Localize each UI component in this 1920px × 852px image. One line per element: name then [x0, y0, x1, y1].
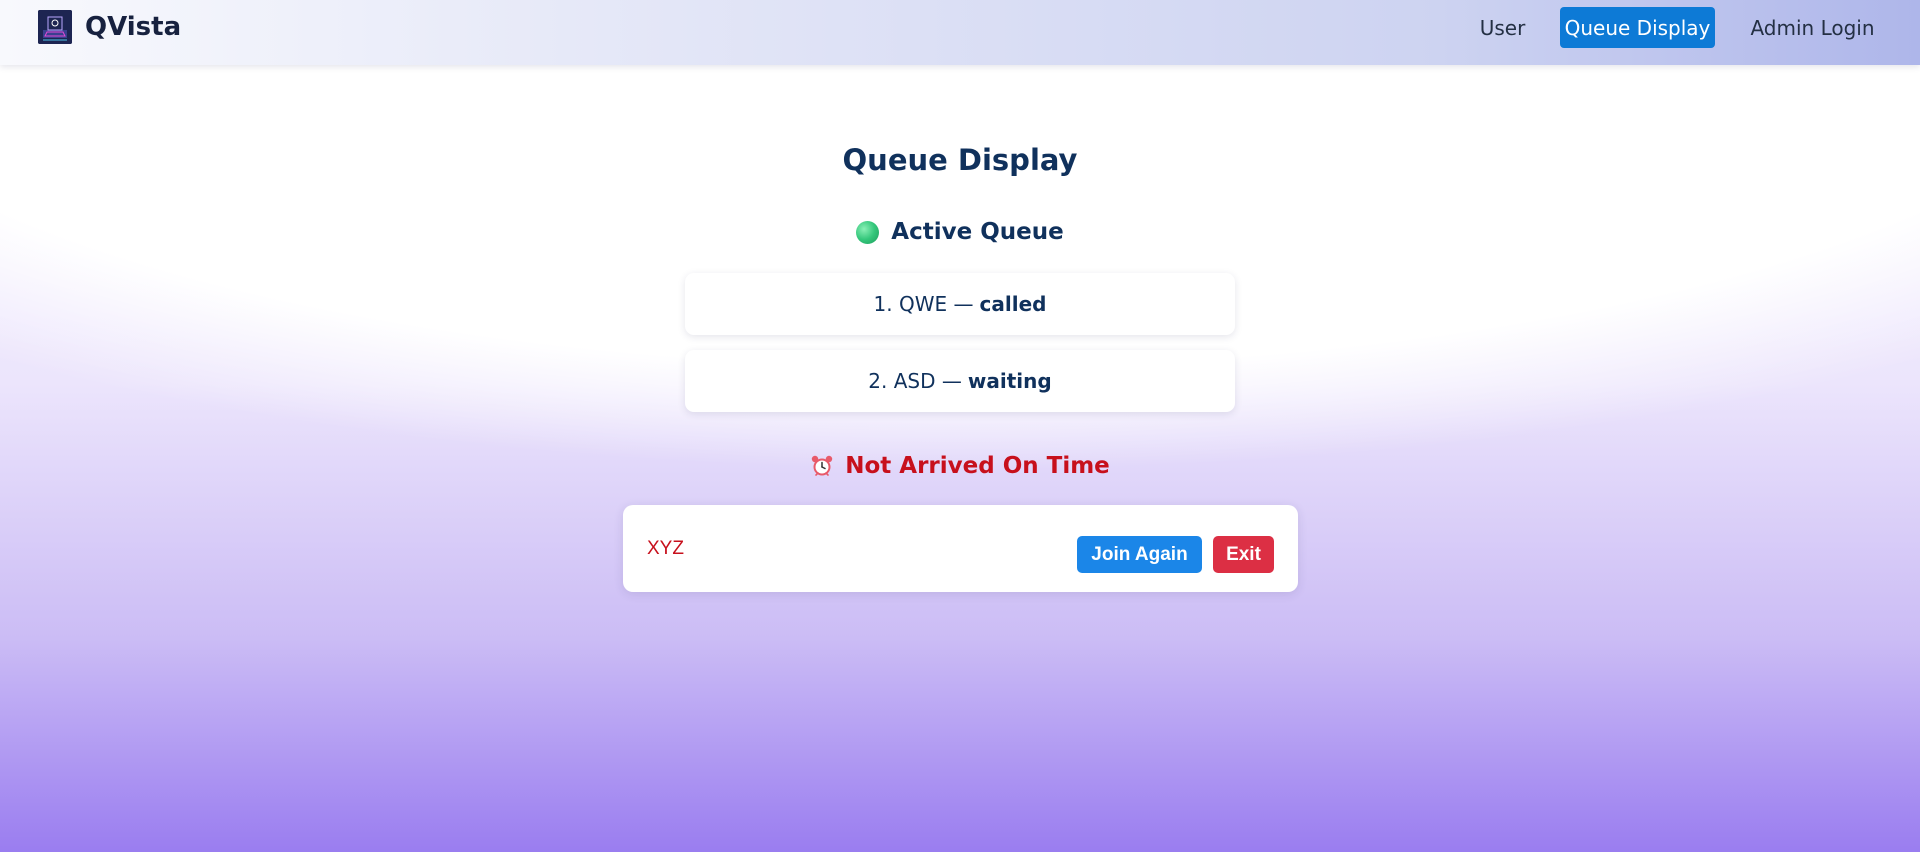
active-queue-heading-text: Active Queue [891, 219, 1064, 245]
queue-entry-status: waiting [967, 369, 1052, 393]
queue-entry-card: 2. ASD — waiting [685, 350, 1235, 412]
exit-button[interactable]: Exit [1213, 536, 1274, 573]
page-title: Queue Display [842, 143, 1078, 177]
alarm-clock-icon [810, 454, 834, 478]
nav-admin-login-link[interactable]: Admin Login [1745, 7, 1880, 48]
nav-user-link[interactable]: User [1470, 7, 1535, 48]
queue-entry-position: 1. [873, 292, 893, 316]
join-again-button[interactable]: Join Again [1077, 536, 1202, 573]
queue-entry-separator: — [941, 369, 962, 393]
queue-entry-card: 1. QWE — called [685, 273, 1235, 335]
late-entry-name: XYZ [647, 538, 684, 559]
not-arrived-heading-text: Not Arrived On Time [845, 453, 1110, 479]
active-queue-heading: Active Queue [0, 219, 1920, 245]
queue-entry-position: 2. [868, 369, 888, 393]
queue-entry-status: called [979, 292, 1047, 316]
qvista-logo-icon[interactable] [38, 10, 72, 44]
queue-entry-name: QWE [898, 292, 948, 316]
nav-queue-display-link[interactable]: Queue Display [1560, 7, 1715, 48]
top-navbar: QVista User Queue Display Admin Login [0, 0, 1920, 65]
late-entry-card: XYZ Join Again Exit [623, 505, 1298, 592]
brand-name[interactable]: QVista [85, 12, 181, 42]
queue-entry-separator: — [953, 292, 974, 316]
green-circle-icon [856, 220, 880, 244]
not-arrived-heading: Not Arrived On Time [0, 453, 1920, 479]
queue-entry-name: ASD [893, 369, 936, 393]
